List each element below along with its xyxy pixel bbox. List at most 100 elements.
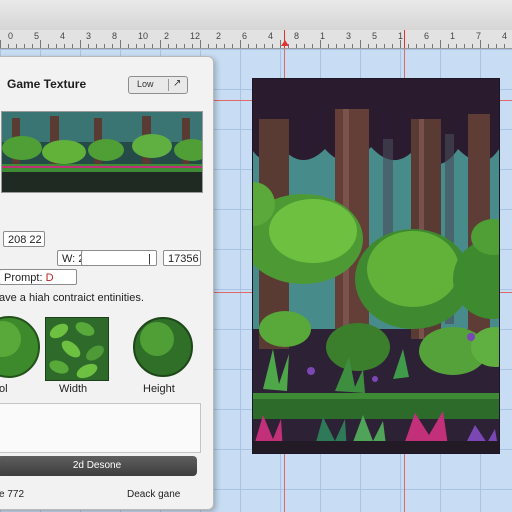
ruler-number: 3	[86, 31, 92, 41]
texture-thumbnail[interactable]	[1, 111, 203, 193]
ruler-tick	[80, 40, 81, 48]
ruler-tick	[112, 44, 113, 48]
ruler-tick	[160, 40, 161, 48]
ruler-tick	[56, 44, 57, 48]
swatch-name: ol	[0, 383, 8, 395]
app-title-bar	[0, 0, 512, 31]
ruler-number: 5	[34, 31, 40, 41]
ruler-tick	[72, 44, 73, 48]
ruler-number: 6	[424, 31, 430, 41]
quality-select[interactable]: Low ↗	[128, 76, 188, 94]
ruler-tick	[248, 44, 249, 48]
generate-button[interactable]: 2d Desone	[0, 456, 197, 476]
ruler-tick	[24, 44, 25, 48]
ruler-number: 3	[346, 31, 352, 41]
ruler-tick	[136, 44, 137, 48]
footer-left-text: e 772	[0, 489, 25, 500]
ruler-number: 6	[242, 31, 248, 41]
ruler-tick	[192, 44, 193, 48]
prompt-label: Prompt:	[4, 272, 43, 284]
ruler-number: 2	[164, 31, 170, 41]
ruler-tick	[480, 40, 481, 48]
footer-right-link[interactable]: Deack gane	[127, 489, 180, 500]
ruler-tick	[184, 44, 185, 48]
ruler-tick	[240, 40, 241, 48]
ruler-marker[interactable]	[404, 30, 405, 48]
prompt-field[interactable]: Prompt: D	[0, 269, 77, 285]
ruler-tick	[48, 44, 49, 48]
ruler-tick	[432, 44, 433, 48]
dimension-b-field[interactable]: 17356	[163, 250, 201, 266]
ruler-tick	[256, 44, 257, 48]
external-link-icon[interactable]: ↗	[173, 78, 181, 89]
ruler-tick	[440, 40, 441, 48]
ruler-number: 7	[476, 31, 482, 41]
texture-panel: Game Texture Low ↗ 208 22 W: 231	[0, 56, 214, 510]
ruler-number: 2	[216, 31, 222, 41]
ruler-tick	[64, 44, 65, 48]
ruler-tick	[416, 44, 417, 48]
ruler-tick	[368, 44, 369, 48]
ruler-tick	[216, 44, 217, 48]
ruler-tick	[376, 44, 377, 48]
size-field[interactable]: 208 22	[3, 231, 45, 247]
ruler-number: 4	[502, 31, 508, 41]
ruler-tick	[352, 44, 353, 48]
ruler-tick	[104, 44, 105, 48]
ruler-tick	[344, 44, 345, 48]
ruler-tick	[336, 44, 337, 48]
ruler-marker[interactable]	[281, 30, 289, 48]
quality-divider	[168, 79, 169, 91]
bush-sphere-swatch[interactable]	[131, 315, 195, 379]
prompt-value: D	[45, 272, 54, 284]
ruler-tick	[232, 44, 233, 48]
ruler-number: 8	[294, 31, 300, 41]
leaf-pattern-swatch[interactable]	[45, 317, 109, 381]
slider-handle-icon[interactable]: |	[148, 251, 151, 267]
ruler-number: 0	[8, 31, 14, 41]
ruler-tick	[224, 44, 225, 48]
quality-value: Low	[137, 79, 154, 89]
ruler-tick	[496, 44, 497, 48]
ruler-tick	[208, 44, 209, 48]
ruler-tick	[312, 44, 313, 48]
moss-sphere-swatch[interactable]	[0, 315, 51, 379]
ruler-number: 4	[268, 31, 274, 41]
ruler-tick	[424, 44, 425, 48]
ruler-number: 5	[372, 31, 378, 41]
dimension-a-label: W:	[62, 253, 76, 265]
ruler-tick	[152, 44, 153, 48]
ruler-tick	[504, 44, 505, 48]
ruler-tick	[16, 44, 17, 48]
ruler-tick	[40, 40, 41, 48]
swatch-name: Width	[59, 383, 88, 395]
ruler-number: 10	[138, 31, 149, 41]
ruler-number: 8	[112, 31, 118, 41]
ruler-tick	[296, 44, 297, 48]
ruler-tick	[176, 44, 177, 48]
ruler-tick	[8, 44, 9, 48]
ruler-number: 1	[398, 31, 404, 41]
ruler-tick	[488, 44, 489, 48]
ruler-tick	[272, 44, 273, 48]
thumbnail-forest-illustration	[2, 112, 202, 192]
ruler-tick	[456, 44, 457, 48]
description-text: ave a hiah contraict entinities.	[0, 292, 144, 304]
ruler-tick	[328, 44, 329, 48]
ruler-number: 1	[450, 31, 456, 41]
ruler-tick	[464, 44, 465, 48]
ruler-tick	[168, 44, 169, 48]
horizontal-ruler[interactable]: 0 5 4 3 8 10 2 12 2 6 4 8 1 3 5 1 6 1 7 4	[0, 30, 512, 49]
forest-scene-preview	[252, 78, 500, 454]
ruler-tick	[400, 40, 401, 48]
ruler-tick	[96, 44, 97, 48]
swatch-name: Height	[143, 383, 175, 395]
ruler-tick	[360, 40, 361, 48]
ruler-tick	[120, 40, 121, 48]
forest-scene-illustration	[253, 79, 499, 453]
notes-textarea[interactable]	[0, 403, 201, 453]
ruler-tick	[304, 44, 305, 48]
ruler-tick	[0, 40, 1, 48]
ruler-number: 12	[190, 31, 201, 41]
dimension-b-slider[interactable]: |	[81, 250, 157, 266]
